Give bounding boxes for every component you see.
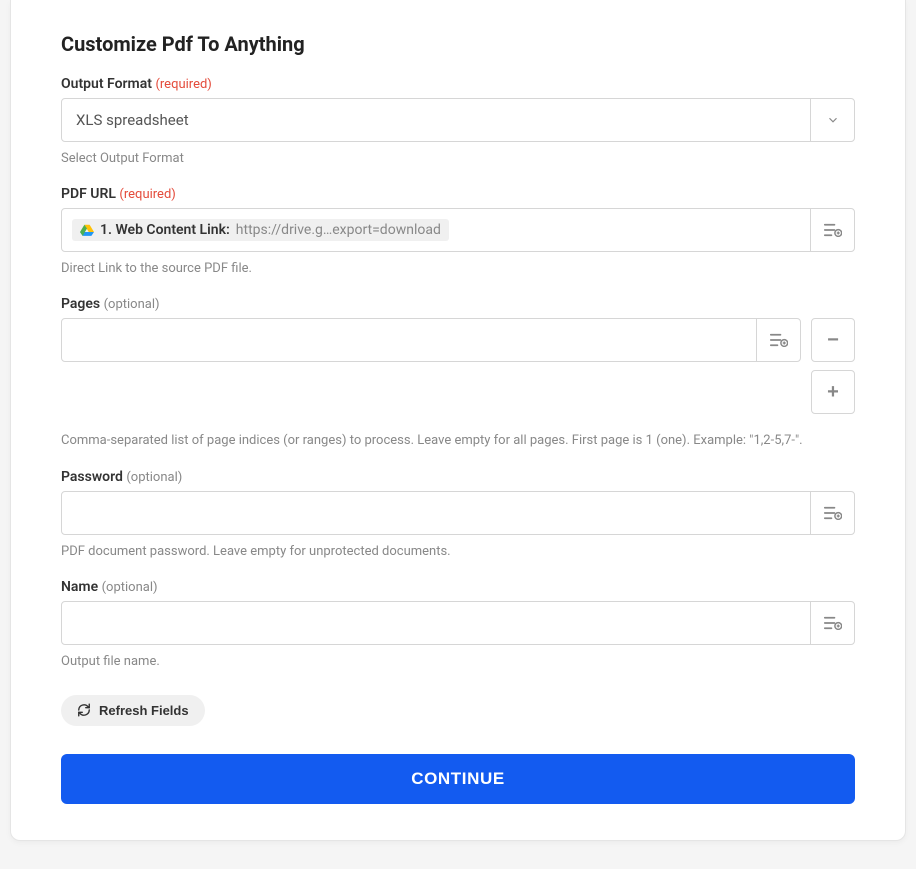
label-text: PDF URL	[61, 186, 116, 202]
chevron-down-icon	[826, 113, 840, 127]
pages-side-buttons: − +	[811, 318, 855, 414]
required-tag: (required)	[119, 187, 175, 202]
add-button[interactable]: +	[811, 370, 855, 414]
pdf-url-input[interactable]: 1. Web Content Link: https://drive.g…exp…	[61, 208, 855, 252]
label-output-format: Output Format (required)	[61, 76, 855, 92]
field-output-format: Output Format (required) XLS spreadsheet…	[61, 76, 855, 168]
label-name: Name (optional)	[61, 579, 855, 595]
insert-data-icon	[824, 223, 842, 237]
refresh-label: Refresh Fields	[99, 703, 189, 718]
remove-button[interactable]: −	[811, 318, 855, 362]
password-input[interactable]	[62, 492, 810, 534]
token-url: https://drive.g…export=download	[236, 222, 441, 238]
label-password: Password (optional)	[61, 469, 855, 485]
page-title: Customize Pdf To Anything	[61, 32, 855, 56]
name-input[interactable]	[62, 602, 810, 644]
pages-row: − +	[61, 318, 855, 414]
token-label: 1. Web Content Link:	[100, 222, 230, 238]
optional-tag: (optional)	[126, 470, 182, 485]
field-name: Name (optional) Output file name.	[61, 579, 855, 671]
required-tag: (required)	[155, 77, 211, 92]
label-pages: Pages (optional)	[61, 296, 855, 312]
select-value: XLS spreadsheet	[62, 99, 810, 141]
pages-input-wrap	[61, 318, 801, 362]
pdf-url-value: 1. Web Content Link: https://drive.g…exp…	[62, 209, 810, 251]
password-input-wrap	[61, 491, 855, 535]
select-arrow-button[interactable]	[810, 99, 854, 141]
pdf-url-token[interactable]: 1. Web Content Link: https://drive.g…exp…	[72, 219, 449, 241]
continue-button[interactable]: CONTINUE	[61, 754, 855, 804]
insert-data-button[interactable]	[810, 492, 854, 534]
insert-data-icon	[824, 616, 842, 630]
label-text: Password	[61, 469, 123, 485]
refresh-fields-button[interactable]: Refresh Fields	[61, 695, 205, 726]
field-pages: Pages (optional) − +	[61, 296, 855, 450]
refresh-icon	[77, 703, 91, 717]
label-text: Output Format	[61, 76, 152, 92]
field-pdf-url: PDF URL (required) 1. Web Content Link: …	[61, 186, 855, 278]
optional-tag: (optional)	[102, 580, 158, 595]
insert-data-button[interactable]	[756, 319, 800, 361]
insert-data-button[interactable]	[810, 602, 854, 644]
label-pdf-url: PDF URL (required)	[61, 186, 855, 202]
form-card: Customize Pdf To Anything Output Format …	[10, 0, 906, 841]
insert-data-button[interactable]	[810, 209, 854, 251]
google-drive-icon	[80, 223, 94, 237]
helper-output-format: Select Output Format	[61, 150, 855, 168]
helper-password: PDF document password. Leave empty for u…	[61, 543, 855, 561]
helper-name: Output file name.	[61, 653, 855, 671]
pages-input[interactable]	[62, 319, 756, 361]
label-text: Name	[61, 579, 98, 595]
helper-pdf-url: Direct Link to the source PDF file.	[61, 260, 855, 278]
name-input-wrap	[61, 601, 855, 645]
optional-tag: (optional)	[104, 297, 160, 312]
insert-data-icon	[824, 506, 842, 520]
label-text: Pages	[61, 296, 100, 312]
output-format-select[interactable]: XLS spreadsheet	[61, 98, 855, 142]
field-password: Password (optional) PDF document passwor…	[61, 469, 855, 561]
insert-data-icon	[770, 333, 788, 347]
helper-pages: Comma-separated list of page indices (or…	[61, 432, 855, 450]
